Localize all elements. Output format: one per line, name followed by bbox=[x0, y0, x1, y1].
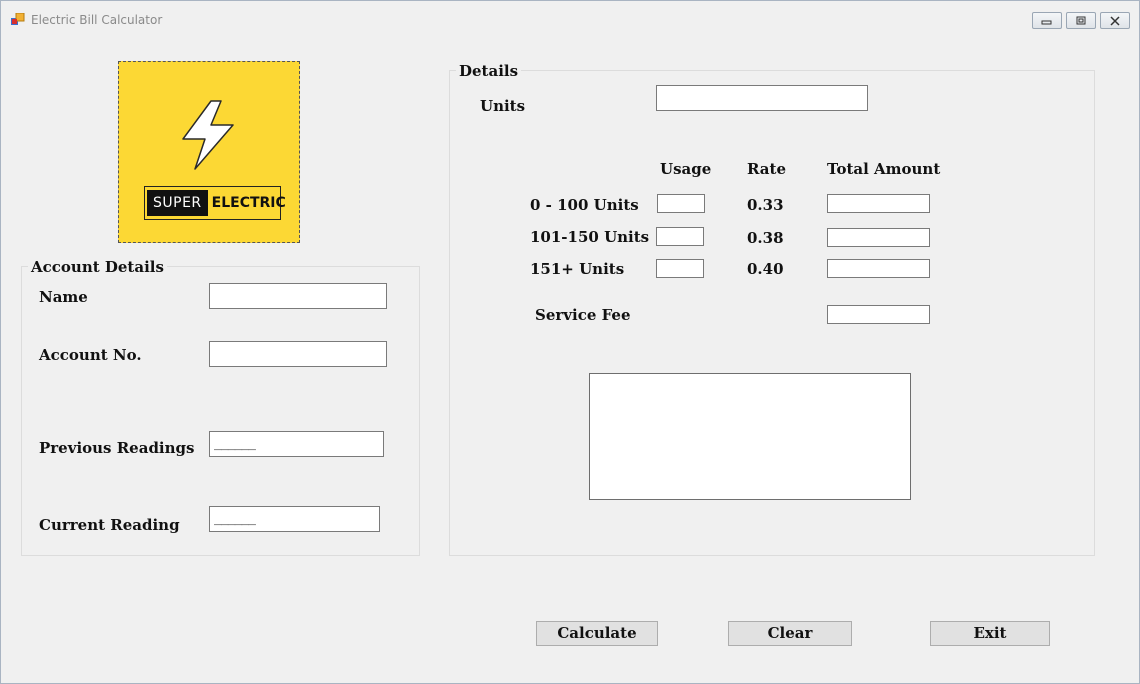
name-label: Name bbox=[39, 288, 88, 306]
app-window: Electric Bill Calculator SUPER ELECTRIC … bbox=[0, 0, 1140, 684]
units-field[interactable] bbox=[656, 85, 868, 111]
lightning-bolt-icon bbox=[182, 100, 234, 170]
app-icon bbox=[11, 13, 25, 25]
service-fee-label: Service Fee bbox=[535, 306, 631, 324]
window-title: Electric Bill Calculator bbox=[31, 13, 163, 27]
bill-output-panel[interactable] bbox=[589, 373, 911, 500]
previous-reading-field[interactable]: ______ bbox=[209, 431, 384, 457]
account-no-field[interactable] bbox=[209, 341, 387, 367]
service-fee-field[interactable] bbox=[827, 305, 930, 324]
exit-button[interactable]: Exit bbox=[930, 621, 1050, 646]
tier-rate: 0.33 bbox=[747, 196, 784, 214]
current-reading-field[interactable]: ______ bbox=[209, 506, 380, 532]
current-reading-mask: ______ bbox=[214, 511, 256, 526]
tier-rate: 0.38 bbox=[747, 229, 784, 247]
usage-header: Usage bbox=[660, 160, 712, 178]
tier-label: 151+ Units bbox=[530, 260, 625, 278]
previous-readings-label: Previous Readings bbox=[39, 439, 195, 457]
name-field[interactable] bbox=[209, 283, 387, 309]
tier-total-field[interactable] bbox=[827, 194, 930, 213]
brand-logo: SUPER ELECTRIC bbox=[118, 61, 300, 243]
current-reading-label: Current Reading bbox=[39, 516, 180, 534]
minimize-icon bbox=[1041, 20, 1052, 25]
tier-label: 101-150 Units bbox=[530, 228, 650, 246]
units-label: Units bbox=[480, 97, 526, 115]
logo-word-electric: ELECTRIC bbox=[211, 195, 286, 211]
minimize-button[interactable] bbox=[1032, 12, 1062, 29]
logo-word-super: SUPER bbox=[147, 190, 208, 216]
tier-usage-field[interactable] bbox=[657, 194, 705, 213]
tier-usage-field[interactable] bbox=[656, 259, 704, 278]
tier-rate: 0.40 bbox=[747, 260, 784, 278]
account-details-title: Account Details bbox=[28, 258, 167, 276]
details-title: Details bbox=[456, 62, 522, 80]
rate-header: Rate bbox=[747, 160, 787, 178]
title-bar[interactable]: Electric Bill Calculator bbox=[1, 1, 1139, 32]
account-no-label: Account No. bbox=[39, 346, 142, 364]
tier-usage-field[interactable] bbox=[656, 227, 704, 246]
tier-total-field[interactable] bbox=[827, 259, 930, 278]
previous-reading-mask: ______ bbox=[214, 436, 256, 451]
total-amount-header: Total Amount bbox=[827, 160, 941, 178]
close-button[interactable] bbox=[1100, 12, 1130, 29]
close-icon bbox=[1110, 16, 1120, 26]
calculate-button[interactable]: Calculate bbox=[536, 621, 658, 646]
clear-button[interactable]: Clear bbox=[728, 621, 852, 646]
tier-label: 0 - 100 Units bbox=[530, 196, 639, 214]
maximize-icon bbox=[1076, 16, 1086, 25]
logo-badge: SUPER ELECTRIC bbox=[144, 186, 286, 220]
maximize-button[interactable] bbox=[1066, 12, 1096, 29]
tier-total-field[interactable] bbox=[827, 228, 930, 247]
